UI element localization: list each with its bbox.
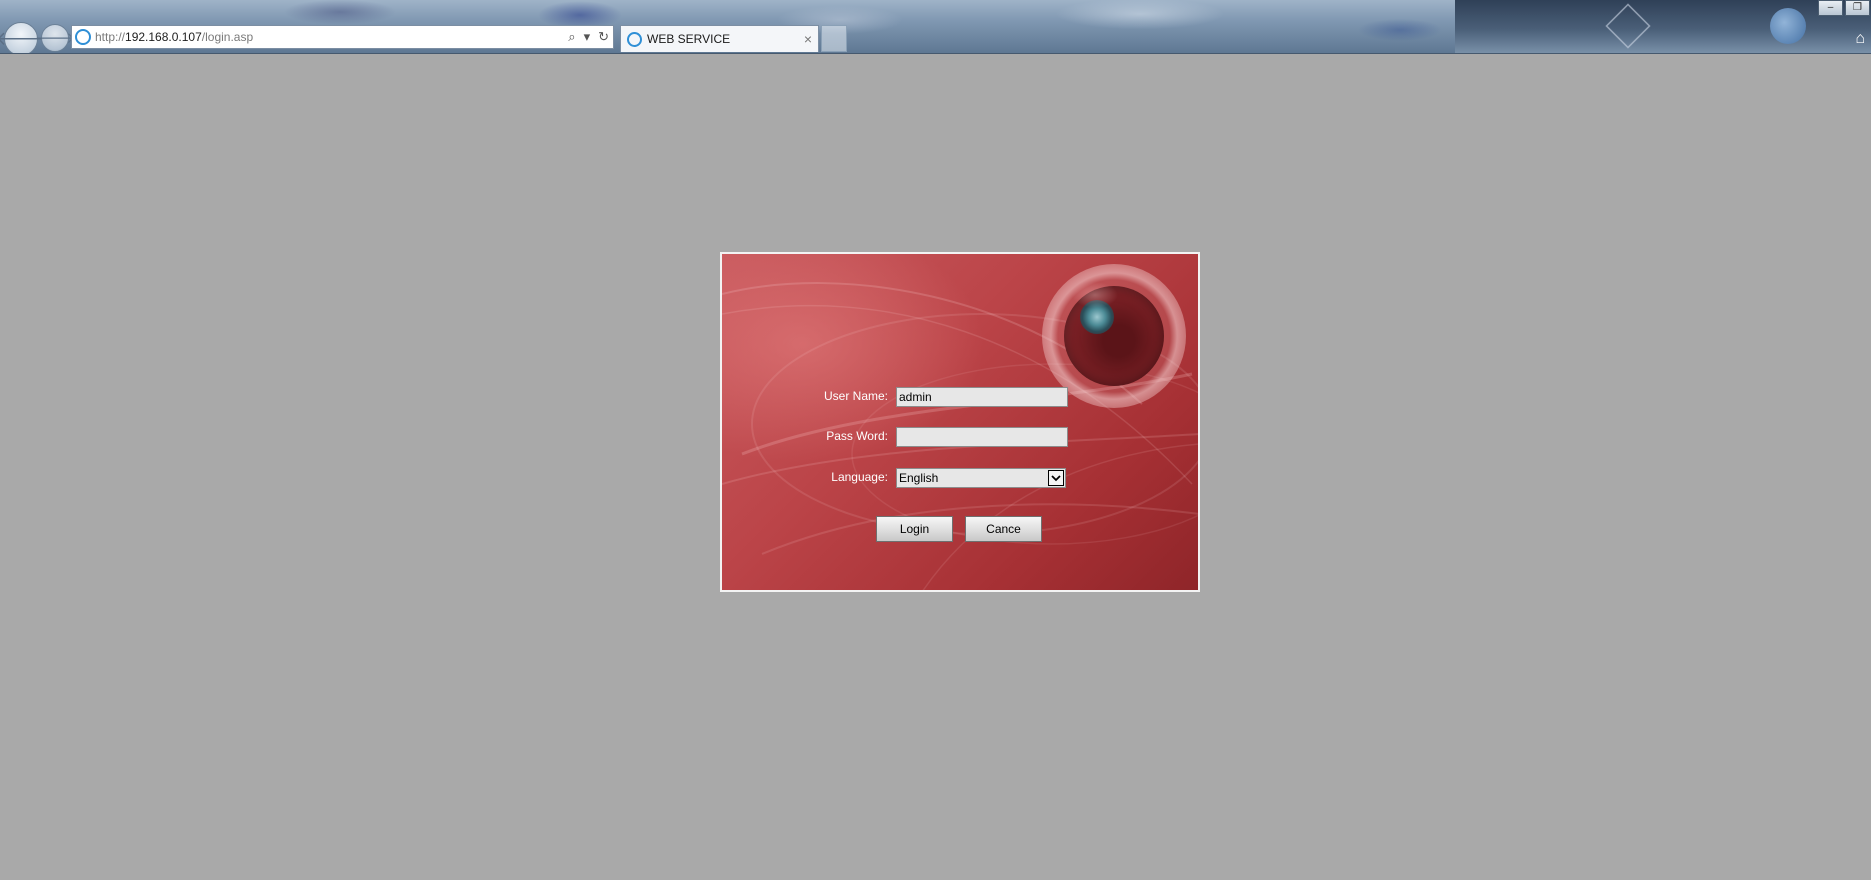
minimize-button[interactable]: – — [1818, 0, 1843, 16]
search-icon[interactable]: ⌕ — [564, 29, 579, 45]
url-path: /login.asp — [201, 30, 254, 44]
url-host: 192.168.0.107 — [125, 30, 202, 44]
ie-page-icon — [75, 29, 91, 45]
chevron-down-icon[interactable] — [1048, 470, 1064, 486]
desktop-circle-icon — [1770, 8, 1806, 44]
password-row: Pass Word: — [722, 427, 1198, 447]
tab-title: WEB SERVICE — [647, 32, 731, 46]
address-bar[interactable]: http://192.168.0.107/login.asp ⌕ ▾ ↻ — [71, 25, 614, 49]
language-select[interactable]: English — [896, 468, 1066, 488]
password-input[interactable] — [896, 427, 1068, 447]
login-panel: User Name: Pass Word: Language: English … — [720, 252, 1200, 592]
browser-chrome: 🡐 🡒 http://192.168.0.107/login.asp ⌕ ▾ ↻… — [0, 0, 1871, 54]
login-button[interactable]: Login — [876, 516, 953, 542]
forward-arrow-icon: 🡒 — [34, 29, 76, 47]
window-controls: – ❐ — [1818, 0, 1870, 16]
forward-button[interactable]: 🡒 — [35, 24, 75, 52]
cancel-button[interactable]: Cance — [965, 516, 1042, 542]
username-label: User Name: — [823, 389, 888, 403]
language-label: Language: — [831, 470, 888, 484]
username-input[interactable] — [896, 387, 1068, 407]
url-prefix: http:// — [95, 30, 126, 44]
language-row: Language: English — [722, 468, 1198, 488]
dropdown-icon[interactable]: ▾ — [580, 29, 595, 45]
password-label: Pass Word: — [826, 429, 888, 443]
restore-button[interactable]: ❐ — [1845, 0, 1870, 16]
back-button[interactable]: 🡐 — [0, 22, 46, 53]
address-tools: ⌕ ▾ ↻ — [564, 29, 613, 45]
refresh-icon[interactable]: ↻ — [594, 29, 613, 45]
username-row: User Name: — [722, 387, 1198, 407]
ie-tab-icon — [627, 31, 642, 47]
home-icon[interactable]: ⌂ — [1855, 30, 1865, 48]
tab-web-service[interactable]: WEB SERVICE × — [620, 25, 819, 52]
new-tab-button[interactable] — [821, 25, 847, 52]
tab-close-icon[interactable]: × — [804, 31, 812, 47]
url-text[interactable]: http://192.168.0.107/login.asp — [95, 30, 253, 44]
lens-highlight — [1072, 282, 1118, 308]
language-value: English — [899, 471, 939, 485]
desktop-background-right — [1455, 0, 1871, 53]
